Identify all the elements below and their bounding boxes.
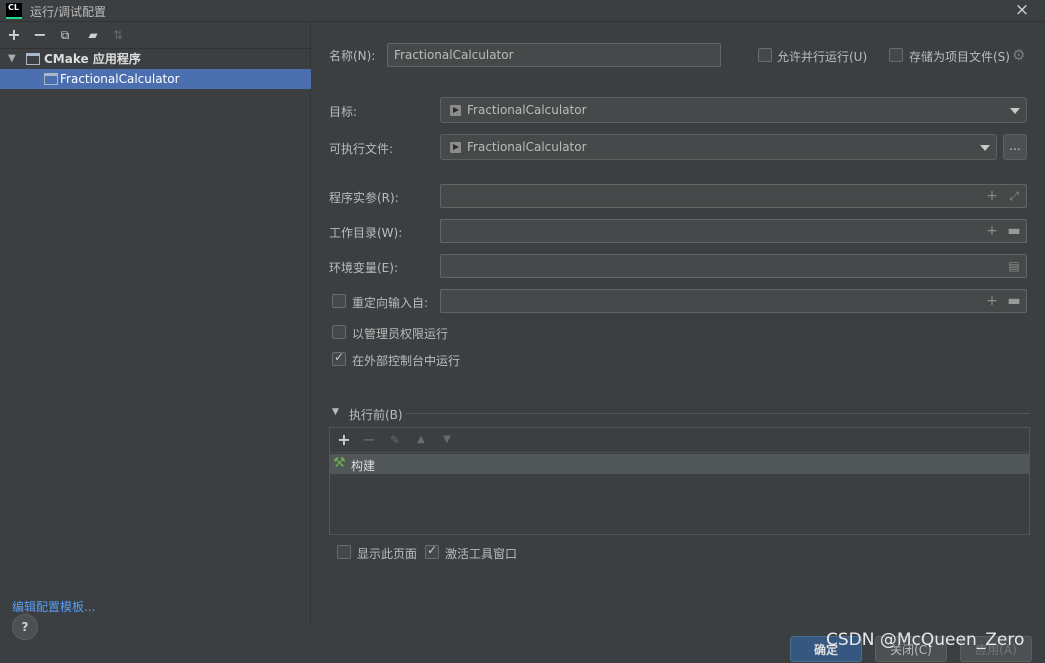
store-as-project-file-label: 存储为项目文件(S): [909, 50, 1010, 64]
folder-icon[interactable]: ▬: [1006, 293, 1022, 309]
executable-label: 可执行文件:: [329, 142, 394, 156]
remove-icon[interactable]: −: [32, 27, 48, 43]
run-in-external-console-label: 在外部控制台中运行: [352, 354, 461, 368]
tree-item-label: FractionalCalculator: [60, 72, 180, 86]
before-launch-label: 执行前(B): [349, 408, 403, 422]
run-target-icon: [450, 105, 461, 116]
before-launch-separator: [405, 413, 1030, 414]
close-icon[interactable]: ×: [1013, 1, 1031, 19]
expand-icon[interactable]: ⤢: [1006, 188, 1022, 204]
copy-icon[interactable]: ⧉: [57, 27, 73, 43]
new-folder-icon[interactable]: ▰: [85, 27, 101, 43]
hammer-icon: ⚒: [333, 455, 346, 471]
run-in-external-console-checkbox[interactable]: [332, 350, 346, 366]
remove-icon[interactable]: −: [361, 432, 377, 448]
program-args-field[interactable]: + ⤢: [440, 184, 1027, 208]
show-page-label: 显示此页面: [357, 547, 418, 561]
move-up-icon[interactable]: ▲: [413, 432, 429, 448]
list-item[interactable]: ⚒ 构建: [330, 454, 1029, 474]
name-field[interactable]: FractionalCalculator: [387, 43, 721, 67]
redirect-input-field[interactable]: + ▬: [440, 289, 1027, 313]
insert-macro-icon[interactable]: +: [984, 223, 1000, 239]
run-target-icon: [450, 142, 461, 153]
add-icon[interactable]: +: [336, 432, 352, 448]
run-as-admin-checkbox[interactable]: [332, 325, 346, 339]
name-value: FractionalCalculator: [394, 48, 514, 62]
show-page-checkbox[interactable]: [337, 545, 351, 559]
working-dir-field[interactable]: + ▬: [440, 219, 1027, 243]
env-vars-label: 环境变量(E):: [329, 261, 398, 275]
allow-parallel-label: 允许并行运行(U): [777, 50, 868, 64]
before-launch-panel: + − ✎ ▲ ▼ ⚒ 构建: [329, 427, 1030, 535]
store-as-project-file-checkbox[interactable]: [889, 48, 903, 62]
chevron-down-icon[interactable]: ▼: [332, 407, 339, 417]
sort-icon[interactable]: ⇅: [110, 27, 126, 43]
help-icon[interactable]: ?: [12, 614, 38, 640]
build-task-label: 构建: [351, 459, 376, 473]
cmake-app-icon: [26, 53, 40, 65]
move-down-icon[interactable]: ▼: [439, 432, 455, 448]
tree-item-fractionalcalculator[interactable]: FractionalCalculator: [0, 69, 311, 89]
allow-parallel-checkbox[interactable]: [758, 48, 772, 62]
working-dir-label: 工作目录(W):: [329, 226, 403, 240]
watermark: CSDN @McQueen_Zero: [826, 630, 1025, 650]
window-title: 运行/调试配置: [30, 5, 107, 19]
browse-executable-button[interactable]: ...: [1003, 134, 1027, 160]
chevron-down-icon[interactable]: ▼: [8, 49, 16, 69]
configurations-panel: + − ⧉ ▰ ⇅ ▼ CMake 应用程序 FractionalCalcula…: [0, 23, 311, 625]
target-value: FractionalCalculator: [467, 103, 587, 117]
tree-group-label: CMake 应用程序: [44, 52, 141, 66]
executable-select[interactable]: FractionalCalculator: [440, 134, 997, 160]
activate-tool-window-label: 激活工具窗口: [445, 547, 518, 561]
env-vars-field[interactable]: ▤: [440, 254, 1027, 278]
program-args-label: 程序实参(R):: [329, 191, 399, 205]
run-as-admin-label: 以管理员权限运行: [352, 327, 449, 341]
title-bar: CL 运行/调试配置 ×: [0, 0, 1045, 22]
tree-group-cmake[interactable]: ▼ CMake 应用程序: [0, 49, 311, 69]
clion-logo-icon: CL: [6, 3, 22, 19]
target-select[interactable]: FractionalCalculator: [440, 97, 1027, 123]
edit-env-icon[interactable]: ▤: [1006, 258, 1022, 274]
edit-icon[interactable]: ✎: [387, 432, 403, 448]
add-icon[interactable]: +: [6, 27, 22, 43]
cmake-app-icon: [44, 73, 58, 85]
edit-templates-link[interactable]: 编辑配置模板...: [12, 598, 95, 615]
chevron-down-icon: [980, 145, 990, 151]
before-launch-toolbar: + − ✎ ▲ ▼: [330, 428, 1029, 453]
chevron-down-icon: [1010, 108, 1020, 114]
redirect-input-checkbox[interactable]: [332, 294, 346, 308]
activate-tool-window-checkbox[interactable]: [425, 543, 439, 559]
configurations-toolbar: + − ⧉ ▰ ⇅: [0, 23, 311, 49]
redirect-input-label: 重定向输入自:: [352, 296, 429, 310]
insert-macro-icon[interactable]: +: [984, 188, 1000, 204]
folder-icon[interactable]: ▬: [1006, 223, 1022, 239]
insert-macro-icon[interactable]: +: [984, 293, 1000, 309]
executable-value: FractionalCalculator: [467, 140, 587, 154]
gear-icon[interactable]: ⚙: [1012, 46, 1025, 64]
name-label: 名称(N):: [329, 49, 376, 63]
target-label: 目标:: [329, 105, 358, 119]
